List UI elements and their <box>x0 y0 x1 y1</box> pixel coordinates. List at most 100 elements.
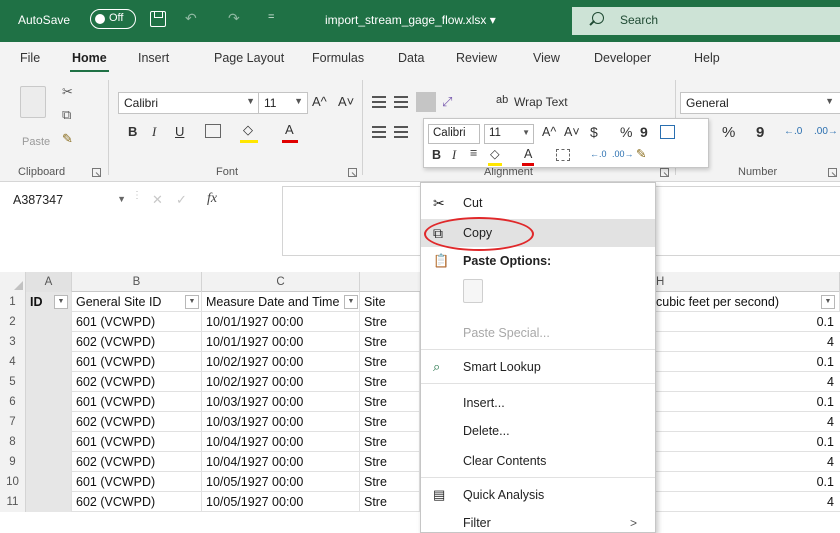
select-all-button[interactable] <box>0 272 26 292</box>
cell-site[interactable]: Stre <box>360 372 420 392</box>
menu-item-insert[interactable]: Insert... <box>421 389 655 417</box>
wrap-text-icon[interactable]: ab <box>496 94 508 106</box>
mini-font-color-icon[interactable]: A <box>524 147 532 161</box>
comma-style-button[interactable]: 9 <box>756 124 764 141</box>
menu-item-clear-contents[interactable]: Clear Contents <box>421 447 655 475</box>
cell-id[interactable] <box>26 312 72 332</box>
cell-flow-cfs[interactable]: 0.1 <box>656 392 840 412</box>
tab-data[interactable]: Data <box>398 51 424 65</box>
cell-site[interactable]: Stre <box>360 472 420 492</box>
percent-button[interactable]: % <box>722 124 735 141</box>
cell-flow-cfs[interactable]: 0.1 <box>656 312 840 332</box>
cell-flow-cfs[interactable]: 0.1 <box>656 352 840 372</box>
menu-item-filter[interactable]: Filter > <box>421 509 655 533</box>
cell-id[interactable] <box>26 392 72 412</box>
number-format-combo[interactable]: General ▼ <box>680 92 840 114</box>
align-bottom-icon[interactable] <box>416 92 436 112</box>
paste-icon[interactable] <box>20 86 46 118</box>
wrap-text-button[interactable]: Wrap Text <box>514 95 568 109</box>
tab-help[interactable]: Help <box>694 51 720 65</box>
menu-item-delete[interactable]: Delete... <box>421 417 655 445</box>
cell-general-site-id[interactable]: 602 (VCWPD) <box>72 332 202 352</box>
redo-icon[interactable]: ↷ <box>228 10 240 27</box>
shrink-font-button[interactable]: A˅ <box>338 94 354 109</box>
row-number[interactable]: 9 <box>0 452 26 472</box>
mini-italic-button[interactable]: I <box>452 148 456 163</box>
tab-insert[interactable]: Insert <box>138 51 169 65</box>
format-painter-icon[interactable]: ✎ <box>62 131 73 147</box>
cell-general-site-id[interactable]: 601 (VCWPD) <box>72 392 202 412</box>
cell-general-site-id[interactable]: 601 (VCWPD) <box>72 472 202 492</box>
row-number[interactable]: 2 <box>0 312 26 332</box>
menu-item-cut[interactable]: ✂ Cut <box>421 189 655 217</box>
row-number[interactable]: 1 <box>0 292 26 312</box>
clipboard-launcher-icon[interactable] <box>92 168 101 177</box>
column-header-c[interactable]: C <box>202 272 360 292</box>
cell-site[interactable]: Stre <box>360 412 420 432</box>
row-number[interactable]: 5 <box>0 372 26 392</box>
cut-icon[interactable]: ✂ <box>62 84 73 100</box>
mini-percent-button[interactable]: % <box>620 124 632 140</box>
mini-borders-icon[interactable] <box>556 149 570 161</box>
mini-grow-font-button[interactable]: A^ <box>542 125 556 139</box>
number-launcher-icon[interactable] <box>828 168 837 177</box>
cell-id[interactable] <box>26 472 72 492</box>
cell-general-site-id[interactable]: 602 (VCWPD) <box>72 492 202 512</box>
cell-flow-cfs[interactable]: 4 <box>656 452 840 472</box>
mini-currency-button[interactable]: $ <box>590 124 598 140</box>
undo-icon[interactable]: ↶ <box>185 10 197 27</box>
cell-measure-date[interactable]: 10/04/1927 00:00 <box>202 432 360 452</box>
mini-merge-center-icon[interactable] <box>660 125 675 139</box>
menu-item-paste-special[interactable]: Paste Special... <box>421 319 655 347</box>
save-icon[interactable] <box>150 11 166 27</box>
row-number[interactable]: 7 <box>0 412 26 432</box>
row-number[interactable]: 10 <box>0 472 26 492</box>
filter-dropdown-icon[interactable]: ▼ <box>54 295 68 309</box>
cell-id[interactable] <box>26 492 72 512</box>
mini-format-painter-icon[interactable]: ✎ <box>636 146 646 161</box>
tab-page-layout[interactable]: Page Layout <box>214 51 284 65</box>
increase-decimal-icon[interactable]: ←.0 <box>784 126 802 137</box>
copy-icon[interactable]: ⧉ <box>62 107 71 123</box>
paste-button-label[interactable]: Paste <box>22 136 50 148</box>
cell-flow-cfs[interactable]: 0.1 <box>656 432 840 452</box>
cell-site[interactable]: Stre <box>360 492 420 512</box>
font-color-icon[interactable]: A <box>285 122 294 137</box>
cell-general-site-id[interactable]: 601 (VCWPD) <box>72 352 202 372</box>
mini-decrease-decimal-icon[interactable]: .00→ <box>612 149 634 159</box>
row-number[interactable]: 8 <box>0 432 26 452</box>
underline-button[interactable]: U <box>175 124 184 139</box>
row-number[interactable]: 4 <box>0 352 26 372</box>
cell-id[interactable] <box>26 432 72 452</box>
cell-general-site-id[interactable]: 602 (VCWPD) <box>72 412 202 432</box>
decrease-decimal-icon[interactable]: .00→ <box>814 126 838 137</box>
menu-item-quick-analysis[interactable]: ▤ Quick Analysis <box>421 481 655 509</box>
cell-flow-cfs[interactable]: 4 <box>656 372 840 392</box>
autosave-toggle[interactable]: Off <box>90 9 136 29</box>
cell-site[interactable]: Stre <box>360 432 420 452</box>
align-center-icon[interactable] <box>394 126 408 138</box>
cell-flow-cfs[interactable]: 4 <box>656 332 840 352</box>
align-left-icon[interactable] <box>372 126 386 138</box>
grow-font-button[interactable]: A^ <box>312 94 327 109</box>
orientation-icon[interactable]: ⤢ <box>442 94 452 110</box>
cell-measure-date[interactable]: 10/03/1927 00:00 <box>202 412 360 432</box>
column-header-a[interactable]: A <box>26 272 72 292</box>
cell-id[interactable] <box>26 372 72 392</box>
cell-measure-date[interactable]: 10/04/1927 00:00 <box>202 452 360 472</box>
column-header-b[interactable]: B <box>72 272 202 292</box>
tab-home[interactable]: Home <box>70 51 109 73</box>
cell-site[interactable]: Stre <box>360 312 420 332</box>
tab-formulas[interactable]: Formulas <box>312 51 364 65</box>
cell-site[interactable]: Stre <box>360 452 420 472</box>
row-number[interactable]: 3 <box>0 332 26 352</box>
insert-function-button[interactable]: fx <box>207 191 217 207</box>
cell-measure-date[interactable]: 10/05/1927 00:00 <box>202 492 360 512</box>
cell-general-site-id[interactable]: 601 (VCWPD) <box>72 432 202 452</box>
tab-developer[interactable]: Developer <box>594 51 651 65</box>
mini-increase-decimal-icon[interactable]: ←.0 <box>590 149 607 159</box>
cell-general-site-id[interactable]: 601 (VCWPD) <box>72 312 202 332</box>
mini-font-name-combo[interactable]: Calibri <box>428 124 480 144</box>
cell-flow-cfs[interactable]: 4 <box>656 412 840 432</box>
tab-view[interactable]: View <box>533 51 560 65</box>
